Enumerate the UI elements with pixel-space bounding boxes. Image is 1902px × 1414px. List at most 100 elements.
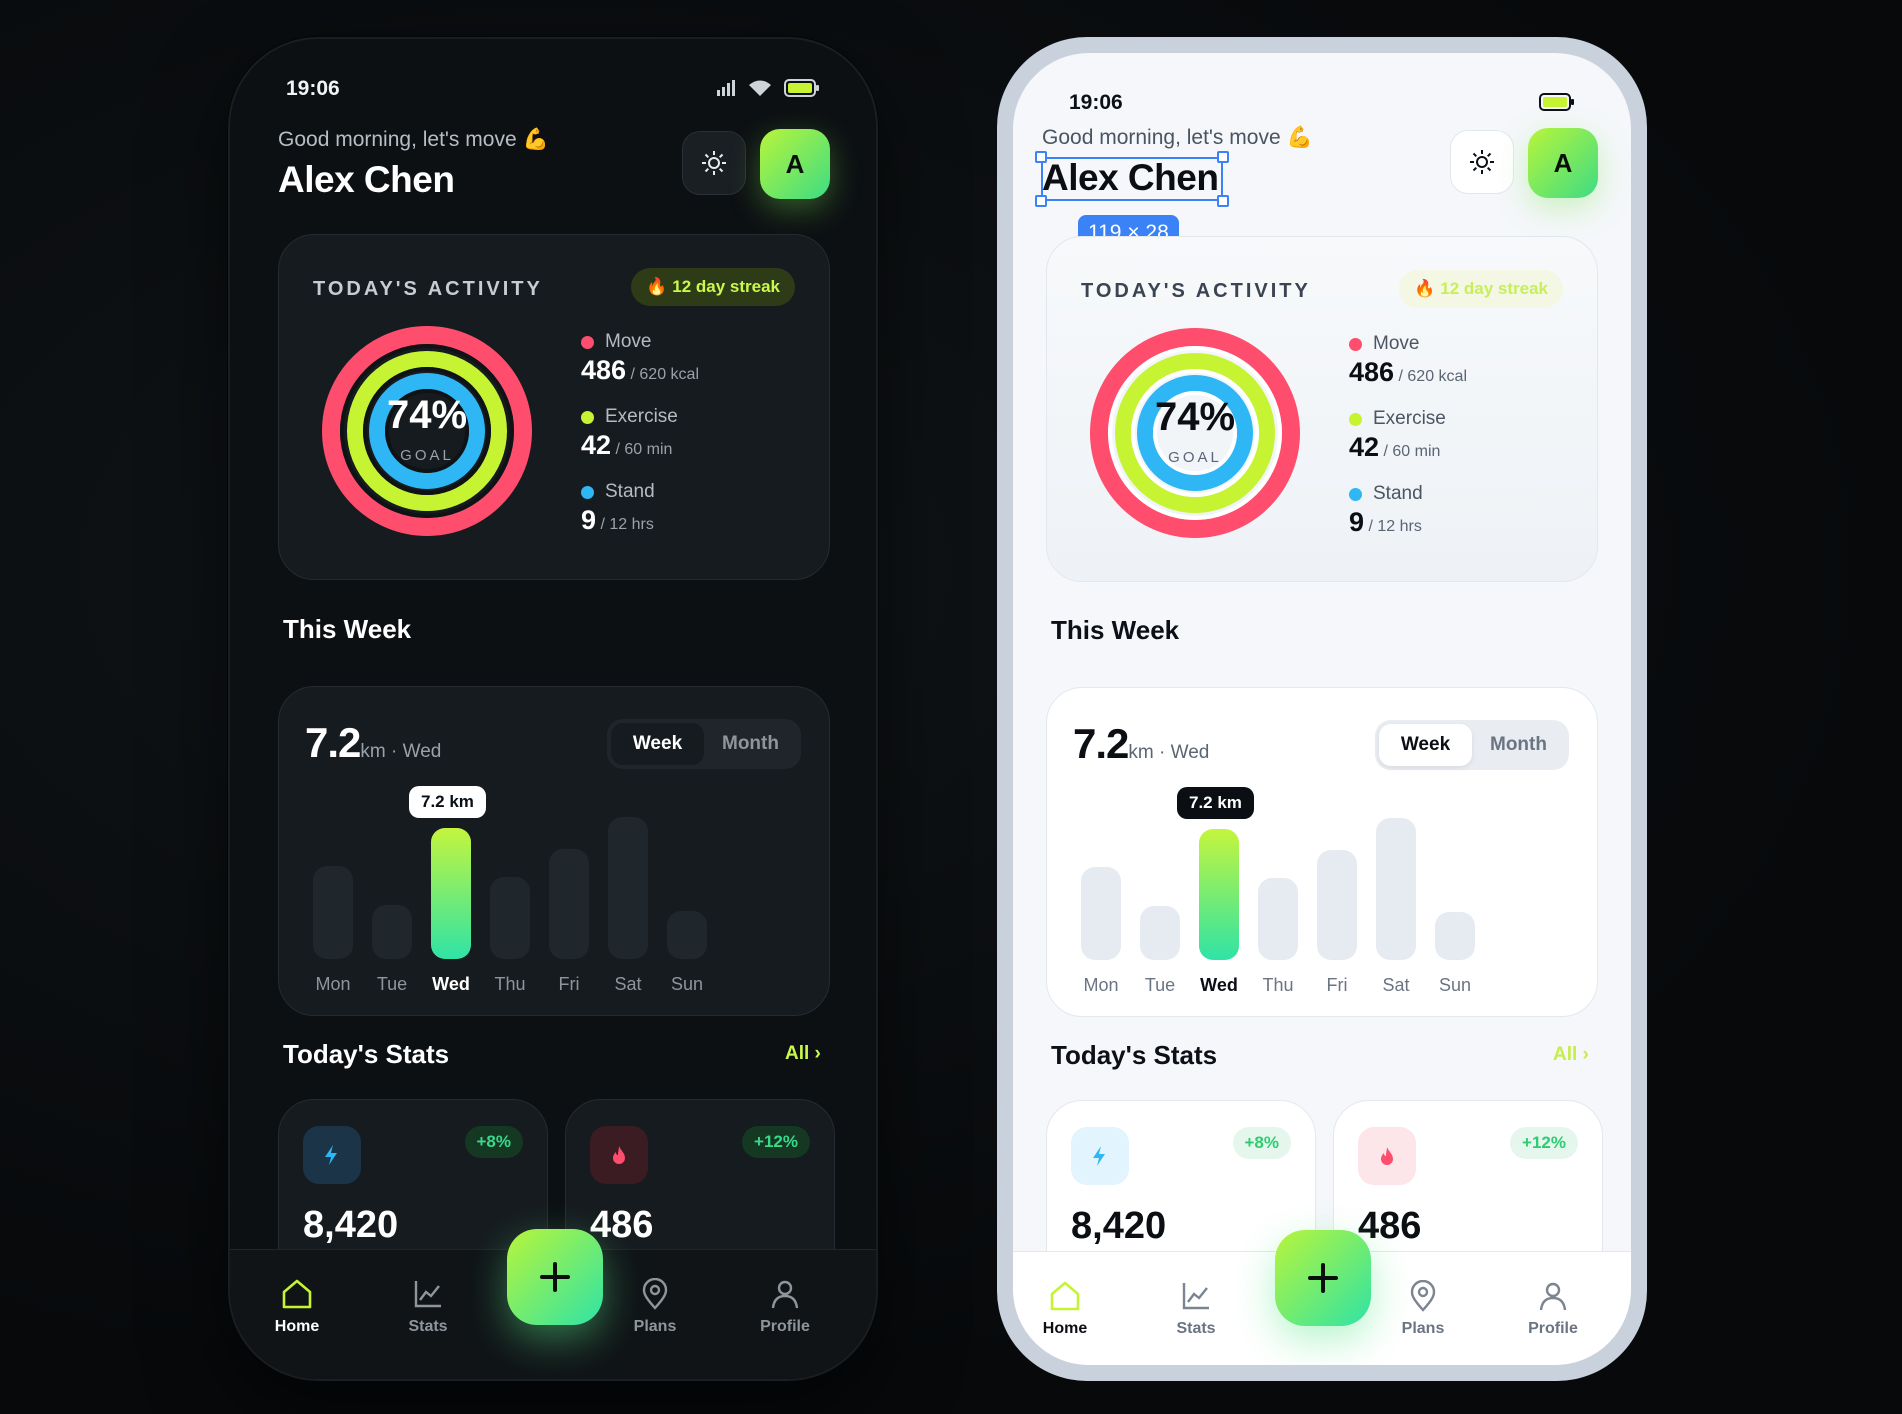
activity-card: TODAY'S ACTIVITY 🔥 12 day streak 74% GOA… [278,234,830,580]
day-label: Thu [494,974,526,994]
exercise-label: Exercise [605,406,678,427]
calories-change-badge: +12% [742,1126,810,1158]
sun-icon [1470,150,1494,174]
add-button[interactable] [507,1229,603,1325]
nav-stats-label: Stats [408,1318,448,1335]
bar-sat[interactable] [608,817,648,959]
period-toggle: Week Month [607,719,801,769]
legend-exercise: Exercise 42 / 60 min [581,406,699,461]
activity-card: TODAY'S ACTIVITY 🔥 12 day streak 74% GOA… [1046,236,1598,582]
nav-home-label: Home [274,1318,320,1335]
avatar[interactable]: A [760,129,830,199]
user-name: Alex Chen [278,159,455,200]
bar-tooltip: 7.2 km [1177,787,1254,819]
nav-profile[interactable]: Profile [735,1278,835,1336]
bar-fri[interactable] [549,849,589,959]
bar-sun[interactable] [667,911,707,959]
move-value: 486 [581,355,627,385]
bar-mon[interactable] [313,866,353,959]
home-icon [282,1279,312,1309]
activity-legend: Move 486 / 620 kcal Exercise 42 / 60 min… [581,331,699,556]
selection-box[interactable] [1041,157,1223,201]
calories-value: 486 [590,1204,654,1246]
bar-fri[interactable] [1317,850,1357,960]
person-icon [1539,1282,1567,1311]
legend-stand: Stand 9 / 12 hrs [581,481,699,536]
greeting-text: Good morning, let's move 💪 [1042,126,1313,149]
steps-change-badge: +8% [1232,1127,1291,1159]
battery-icon [784,79,819,97]
battery-icon [1539,93,1574,111]
day-label: Fri [558,974,580,994]
add-button[interactable] [1275,1230,1371,1326]
phone-light: 19:06 Good morning, let's move 💪 Alex Ch… [997,37,1647,1381]
stand-dot [1349,487,1362,501]
screen-light: 19:06 Good morning, let's move 💪 Alex Ch… [1013,53,1631,1365]
day-label: Tue [376,974,408,994]
bolt-icon [303,1126,361,1184]
nav-plans-label: Plans [633,1318,677,1335]
nav-plans[interactable]: Plans [605,1278,705,1336]
tab-week[interactable]: Week [1379,724,1472,766]
theme-toggle-button[interactable] [1450,130,1514,194]
calories-change-badge: +12% [1510,1127,1578,1159]
all-stats-link[interactable]: All › [1553,1044,1589,1066]
activity-title: TODAY'S ACTIVITY [313,278,543,300]
day-label: Tue [1144,975,1176,995]
steps-value: 8,420 [303,1204,399,1246]
goal-label: GOAL [400,447,454,464]
tab-month[interactable]: Month [704,723,797,765]
status-time: 19:06 [1069,91,1123,114]
bar-thu[interactable] [490,877,530,959]
bar-thu[interactable] [1258,878,1298,960]
flame-icon [1358,1127,1416,1185]
tab-week[interactable]: Week [611,723,704,765]
legend-move: Move 486 / 620 kcal [1349,333,1467,388]
nav-home[interactable]: Home [1015,1280,1115,1338]
week-card: 7.2km · Wed Week Month Mon Tue Wed 7.2 km Th… [278,686,830,1016]
bar-wed[interactable] [431,828,471,959]
nav-profile[interactable]: Profile [1503,1280,1603,1338]
activity-rings: 74% GOAL [319,323,535,539]
nav-home-label: Home [1042,1320,1088,1337]
nav-plans[interactable]: Plans [1373,1280,1473,1338]
day-label: Thu [1262,975,1294,995]
bar-sun[interactable] [1435,912,1475,960]
all-stats-link[interactable]: All › [785,1043,821,1065]
theme-toggle-button[interactable] [682,131,746,195]
stand-value: 9 [1349,507,1365,537]
resize-handle[interactable] [1035,195,1047,207]
exercise-target: / 60 min [611,441,673,458]
stand-value: 9 [581,505,597,535]
bar-mon[interactable] [1081,867,1121,960]
location-pin-icon [642,1278,668,1310]
move-target: / 620 kcal [626,366,700,383]
sun-icon [702,151,726,175]
resize-handle[interactable] [1035,151,1047,163]
bar-sat[interactable] [1376,818,1416,960]
resize-handle[interactable] [1217,195,1229,207]
bar-tue[interactable] [1140,906,1180,960]
legend-exercise: Exercise 42 / 60 min [1349,408,1467,463]
nav-stats[interactable]: Stats [1146,1280,1246,1338]
flame-icon [590,1126,648,1184]
activity-rings: 74% GOAL [1087,325,1303,541]
day-label: Fri [1326,975,1348,995]
move-value: 486 [1349,357,1395,387]
steps-change-badge: +8% [464,1126,523,1158]
stand-dot [581,485,594,499]
nav-home[interactable]: Home [247,1278,347,1336]
distance-value: 7.2 [1073,720,1129,767]
tab-month[interactable]: Month [1472,724,1565,766]
week-card: 7.2km · Wed Week Month Mon Tue Wed 7.2 km Th… [1046,687,1598,1017]
nav-plans-label: Plans [1401,1320,1445,1337]
goal-percent: 74% [1154,395,1236,439]
day-label: Sat [614,974,642,994]
bar-wed[interactable] [1199,829,1239,960]
resize-handle[interactable] [1217,151,1229,163]
bar-tue[interactable] [372,905,412,959]
nav-stats[interactable]: Stats [378,1278,478,1336]
day-label: Sun [1438,975,1472,995]
exercise-target: / 60 min [1379,443,1441,460]
avatar[interactable]: A [1528,128,1598,198]
